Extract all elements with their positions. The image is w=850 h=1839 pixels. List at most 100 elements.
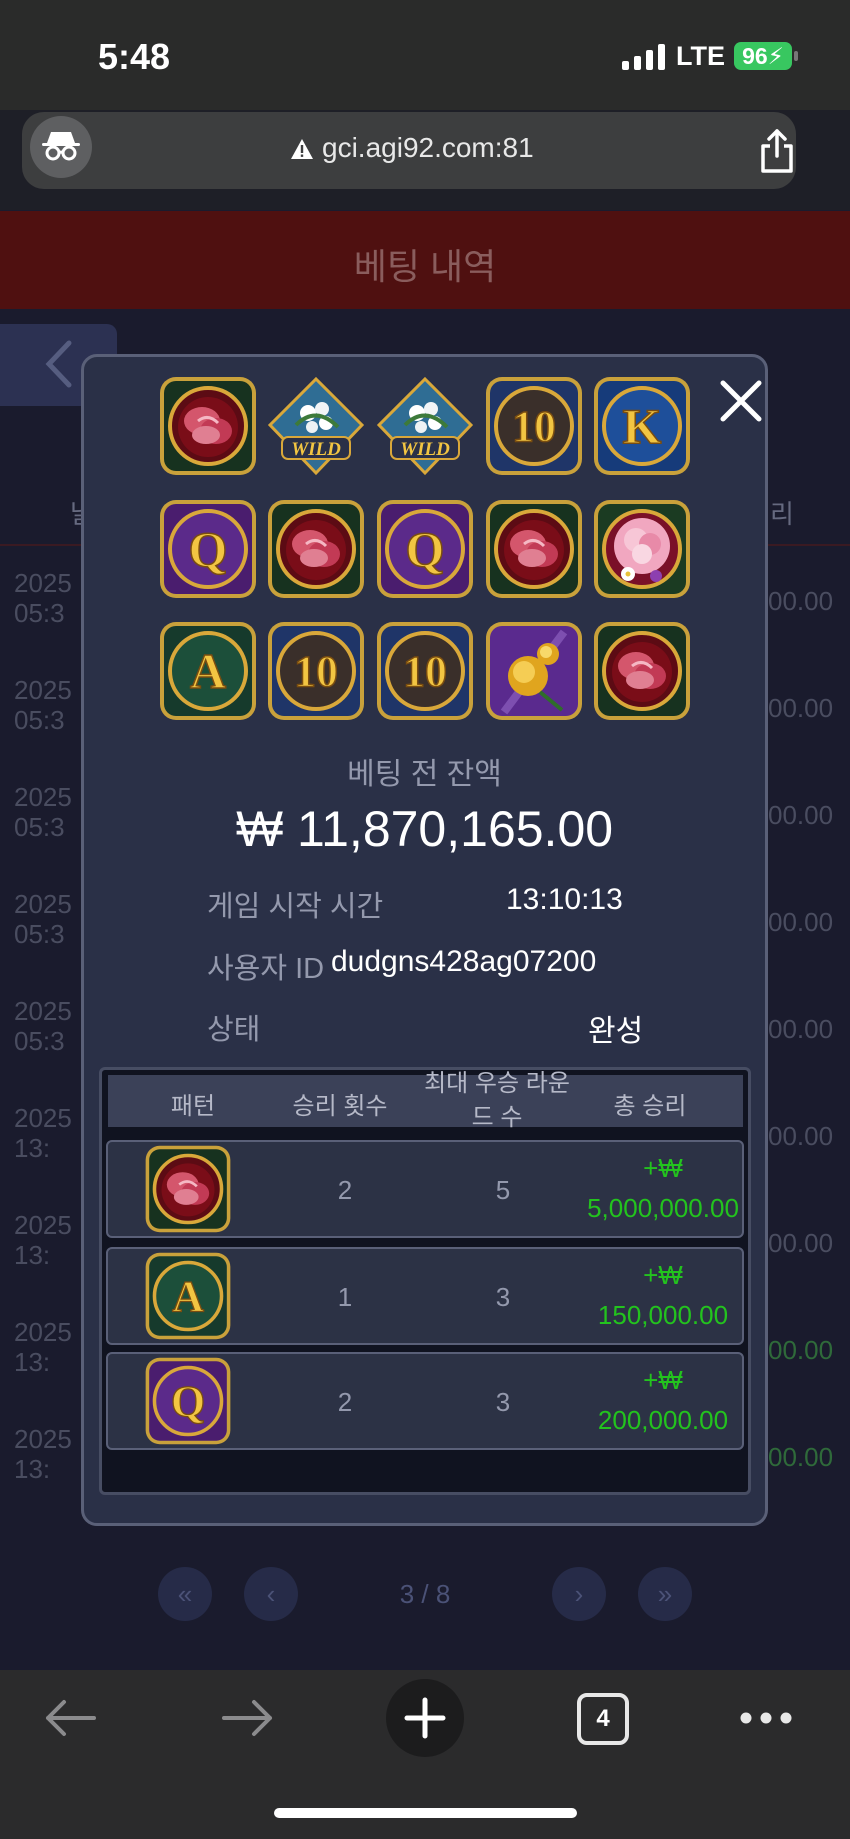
incognito-icon <box>42 132 80 161</box>
header-max-rounds-line1: 최대 우승 라운 <box>424 1070 570 1097</box>
reel-symbol-queen: Q <box>158 498 258 600</box>
queen-icon: Q <box>377 500 473 598</box>
history-row-date-line1: 2025 <box>14 1210 72 1240</box>
reel-symbol-wild: WILD <box>375 375 475 477</box>
history-row-date-line1: 2025 <box>14 996 72 1026</box>
ten-icon: 10 <box>268 622 364 720</box>
battery-icon: 96⚡ <box>734 42 792 70</box>
next-page-button[interactable]: › <box>552 1567 606 1621</box>
pattern-symbol: A <box>142 1251 234 1341</box>
svg-text:Q: Q <box>171 1377 205 1426</box>
tabs-icon[interactable]: 4 <box>577 1693 629 1745</box>
history-row-date-line2: 13: <box>14 1347 51 1377</box>
url-text[interactable]: gci.agi92.com:81 <box>322 132 534 164</box>
history-row-date[interactable]: 2025 05:3 <box>14 782 72 842</box>
rose-red-icon <box>145 1145 231 1233</box>
total-win-currency: +₩ <box>643 1365 683 1395</box>
pattern-symbol: Q <box>142 1356 234 1446</box>
first-page-button[interactable]: « <box>158 1567 212 1621</box>
rose-gold-icon <box>486 622 582 720</box>
history-row-date-line2: 05:3 <box>14 1026 65 1056</box>
king-icon: K <box>594 377 690 475</box>
history-row-amount: 00.00 <box>768 1228 834 1258</box>
total-win: +₩ 150,000.00 <box>568 1255 758 1335</box>
history-row-date-line2: 05:3 <box>14 919 65 949</box>
svg-text:K: K <box>623 398 662 454</box>
more-icon[interactable] <box>738 1708 794 1728</box>
incognito-button[interactable] <box>30 116 92 178</box>
history-row-date[interactable]: 2025 13: <box>14 1210 72 1270</box>
last-page-button[interactable]: » <box>638 1567 692 1621</box>
queen-icon: Q <box>145 1357 231 1445</box>
forward-arrow-icon[interactable] <box>220 1696 276 1740</box>
total-win: +₩ 5,000,000.00 <box>568 1148 758 1228</box>
svg-text:Q: Q <box>406 521 445 577</box>
column-header-result: 리 <box>770 499 794 529</box>
history-row-date[interactable]: 2025 05:3 <box>14 889 72 949</box>
total-win-amount: 200,000.00 <box>597 1405 729 1435</box>
history-row-amount: 00.00 <box>768 1335 834 1365</box>
reel-symbol-king: K <box>592 375 692 477</box>
history-row-amount: 00.00 <box>768 1442 834 1472</box>
ace-icon: A <box>145 1252 231 1340</box>
status-value: 완성 <box>588 1015 644 1048</box>
total-win-amount: 150,000.00 <box>597 1300 729 1330</box>
balance-label: 베팅 전 잔액 <box>347 758 502 791</box>
prev-page-button[interactable]: ‹ <box>244 1567 298 1621</box>
history-row-amount: 00.00 <box>768 800 834 830</box>
history-row-date-line1: 2025 <box>14 1317 72 1347</box>
history-row-date[interactable]: 2025 13: <box>14 1317 72 1377</box>
header-wins: 승리 횟수 <box>292 1093 388 1120</box>
reel-symbol-peony <box>592 498 692 600</box>
history-row-amount: 00.00 <box>768 1121 834 1151</box>
history-row-date[interactable]: 2025 05:3 <box>14 675 72 735</box>
history-row-date[interactable]: 2025 05:3 <box>14 996 72 1056</box>
reel-symbol-wild: WILD <box>266 375 366 477</box>
reel-symbol-rose-red <box>592 620 692 722</box>
rose-red-icon <box>268 500 364 598</box>
history-row-date-line1: 2025 <box>14 568 72 598</box>
user-id-label: 사용자 ID <box>207 953 325 985</box>
share-icon[interactable] <box>757 128 797 174</box>
history-row-date-line1: 2025 <box>14 675 72 705</box>
win-count: 2 <box>337 1387 353 1417</box>
header-total-win: 총 승리 <box>613 1093 687 1120</box>
svg-text:Q: Q <box>189 521 228 577</box>
total-win-currency: +₩ <box>643 1153 683 1183</box>
rose-red-icon <box>594 622 690 720</box>
header-pattern: 패턴 <box>170 1093 216 1120</box>
history-row-date[interactable]: 2025 05:3 <box>14 568 72 628</box>
win-count: 1 <box>337 1282 353 1312</box>
battery-nub <box>794 51 798 61</box>
max-rounds: 5 <box>495 1175 511 1205</box>
tab-count: 4 <box>596 1705 610 1732</box>
new-tab-icon <box>404 1697 446 1739</box>
total-win-currency: +₩ <box>643 1260 683 1290</box>
signal-icon <box>622 44 665 70</box>
history-row-date-line1: 2025 <box>14 889 72 919</box>
history-row-date-line1: 2025 <box>14 782 72 812</box>
history-row-date-line2: 05:3 <box>14 598 65 628</box>
back-arrow-icon[interactable] <box>42 1696 98 1740</box>
close-icon[interactable] <box>718 378 764 424</box>
max-rounds: 3 <box>495 1387 511 1417</box>
history-row-date[interactable]: 2025 13: <box>14 1103 72 1163</box>
history-row-date-line2: 13: <box>14 1133 51 1163</box>
reel-symbol-ten: 10 <box>484 375 584 477</box>
status-time: 5:48 <box>98 36 171 77</box>
history-row-date[interactable]: 2025 13: <box>14 1424 72 1484</box>
svg-text:WILD: WILD <box>400 439 450 460</box>
history-row-date-line2: 05:3 <box>14 812 65 842</box>
wild-icon: WILD <box>267 376 365 476</box>
reel-symbol-ten: 10 <box>375 620 475 722</box>
start-time-value: 13:10:13 <box>506 883 623 916</box>
history-row-date-line2: 13: <box>14 1454 51 1484</box>
svg-text:A: A <box>190 643 226 699</box>
history-row-amount: 00.00 <box>768 1014 834 1044</box>
warning-icon <box>291 139 313 159</box>
user-id-value: dudgns428ag07200 <box>331 945 597 978</box>
status-label: 상태 <box>207 1014 261 1046</box>
reel-symbol-rose-gold <box>484 620 584 722</box>
history-row-amount: 00.00 <box>768 586 834 616</box>
new-tab-button[interactable] <box>386 1679 464 1757</box>
